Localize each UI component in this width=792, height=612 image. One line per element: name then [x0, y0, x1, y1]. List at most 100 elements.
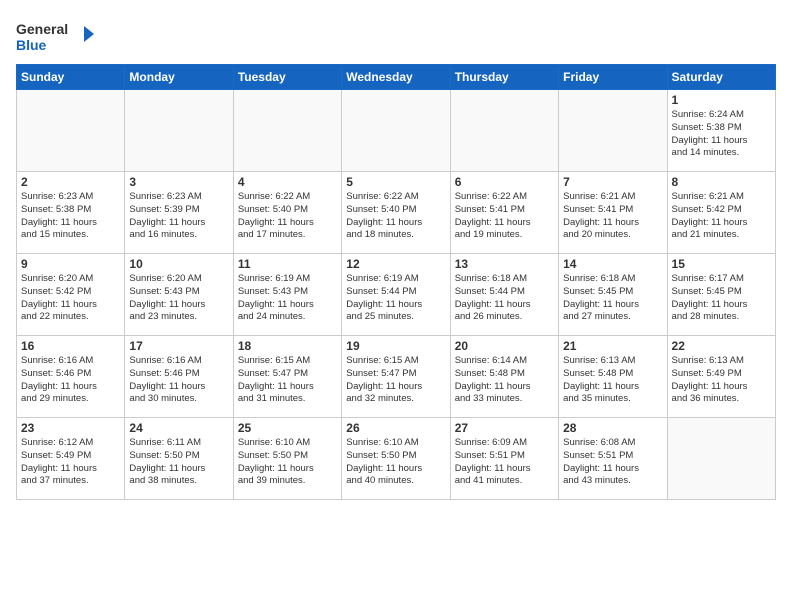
calendar-day-cell: 22 Sunrise: 6:13 AMSunset: 5:49 PMDayligh… — [667, 336, 775, 418]
day-number: 26 — [346, 421, 445, 435]
calendar-day-cell: 2 Sunrise: 6:23 AMSunset: 5:38 PMDaylight… — [17, 172, 125, 254]
calendar-day-cell: 23 Sunrise: 6:12 AMSunset: 5:49 PMDayligh… — [17, 418, 125, 500]
day-number: 7 — [563, 175, 662, 189]
calendar-day-cell: 19Sunrise: 6:15 AMSunset: 5:47 PMDayligh… — [342, 336, 450, 418]
day-number: 23 — [21, 421, 120, 435]
header: General Blue — [16, 16, 776, 56]
calendar-day-cell — [17, 90, 125, 172]
day-number: 1 — [672, 93, 771, 107]
weekday-header: Tuesday — [233, 65, 341, 90]
calendar-week-row: 23 Sunrise: 6:12 AMSunset: 5:49 PMDayligh… — [17, 418, 776, 500]
calendar-week-row: 2 Sunrise: 6:23 AMSunset: 5:38 PMDaylight… — [17, 172, 776, 254]
calendar-day-cell: 16 Sunrise: 6:16 AMSunset: 5:46 PMDayligh… — [17, 336, 125, 418]
day-info: Sunrise: 6:08 AMSunset: 5:51 PMDaylight:… — [563, 437, 662, 488]
day-info: Sunrise: 6:21 AMSunset: 5:41 PMDaylight:… — [563, 191, 662, 242]
calendar-day-cell: 15 Sunrise: 6:17 AMSunset: 5:45 PMDayligh… — [667, 254, 775, 336]
page-container: General Blue SundayMondayTuesdayWednesda… — [0, 0, 792, 510]
calendar-week-row: 9 Sunrise: 6:20 AMSunset: 5:42 PMDaylight… — [17, 254, 776, 336]
day-number: 10 — [129, 257, 228, 271]
calendar-day-cell — [559, 90, 667, 172]
day-info: Sunrise: 6:19 AMSunset: 5:44 PMDaylight:… — [346, 273, 445, 324]
calendar-day-cell: 28 Sunrise: 6:08 AMSunset: 5:51 PMDayligh… — [559, 418, 667, 500]
day-number: 13 — [455, 257, 554, 271]
day-number: 19 — [346, 339, 445, 353]
day-number: 27 — [455, 421, 554, 435]
calendar-day-cell: 11Sunrise: 6:19 AMSunset: 5:43 PMDayligh… — [233, 254, 341, 336]
day-info: Sunrise: 6:22 AMSunset: 5:40 PMDaylight:… — [238, 191, 337, 242]
calendar-day-cell — [125, 90, 233, 172]
day-info: Sunrise: 6:10 AMSunset: 5:50 PMDaylight:… — [346, 437, 445, 488]
calendar-day-cell — [667, 418, 775, 500]
weekday-header: Friday — [559, 65, 667, 90]
calendar-day-cell: 25 Sunrise: 6:10 AMSunset: 5:50 PMDayligh… — [233, 418, 341, 500]
weekday-header: Wednesday — [342, 65, 450, 90]
weekday-header: Monday — [125, 65, 233, 90]
day-info: Sunrise: 6:16 AMSunset: 5:46 PMDaylight:… — [129, 355, 228, 406]
day-info: Sunrise: 6:17 AMSunset: 5:45 PMDaylight:… — [672, 273, 771, 324]
calendar-day-cell: 26 Sunrise: 6:10 AMSunset: 5:50 PMDayligh… — [342, 418, 450, 500]
day-number: 16 — [21, 339, 120, 353]
calendar-day-cell: 18 Sunrise: 6:15 AMSunset: 5:47 PMDayligh… — [233, 336, 341, 418]
logo: General Blue — [16, 16, 96, 56]
day-number: 5 — [346, 175, 445, 189]
day-info: Sunrise: 6:10 AMSunset: 5:50 PMDaylight:… — [238, 437, 337, 488]
day-info: Sunrise: 6:18 AMSunset: 5:45 PMDaylight:… — [563, 273, 662, 324]
calendar-week-row: 1 Sunrise: 6:24 AMSunset: 5:38 PMDaylight… — [17, 90, 776, 172]
calendar-day-cell — [233, 90, 341, 172]
calendar-day-cell: 12Sunrise: 6:19 AMSunset: 5:44 PMDayligh… — [342, 254, 450, 336]
day-number: 8 — [672, 175, 771, 189]
day-number: 18 — [238, 339, 337, 353]
day-info: Sunrise: 6:13 AMSunset: 5:49 PMDaylight:… — [672, 355, 771, 406]
day-info: Sunrise: 6:09 AMSunset: 5:51 PMDaylight:… — [455, 437, 554, 488]
day-info: Sunrise: 6:18 AMSunset: 5:44 PMDaylight:… — [455, 273, 554, 324]
day-info: Sunrise: 6:24 AMSunset: 5:38 PMDaylight:… — [672, 109, 771, 160]
calendar-day-cell: 27 Sunrise: 6:09 AMSunset: 5:51 PMDayligh… — [450, 418, 558, 500]
day-info: Sunrise: 6:20 AMSunset: 5:43 PMDaylight:… — [129, 273, 228, 324]
weekday-header: Thursday — [450, 65, 558, 90]
calendar-week-row: 16 Sunrise: 6:16 AMSunset: 5:46 PMDayligh… — [17, 336, 776, 418]
calendar-day-cell: 10 Sunrise: 6:20 AMSunset: 5:43 PMDayligh… — [125, 254, 233, 336]
calendar-day-cell: 17Sunrise: 6:16 AMSunset: 5:46 PMDayligh… — [125, 336, 233, 418]
day-info: Sunrise: 6:20 AMSunset: 5:42 PMDaylight:… — [21, 273, 120, 324]
calendar-day-cell: 8 Sunrise: 6:21 AMSunset: 5:42 PMDaylight… — [667, 172, 775, 254]
day-info: Sunrise: 6:16 AMSunset: 5:46 PMDaylight:… — [21, 355, 120, 406]
day-info: Sunrise: 6:13 AMSunset: 5:48 PMDaylight:… — [563, 355, 662, 406]
day-info: Sunrise: 6:12 AMSunset: 5:49 PMDaylight:… — [21, 437, 120, 488]
svg-text:Blue: Blue — [16, 37, 47, 53]
day-info: Sunrise: 6:22 AMSunset: 5:40 PMDaylight:… — [346, 191, 445, 242]
day-number: 28 — [563, 421, 662, 435]
calendar-day-cell: 3 Sunrise: 6:23 AMSunset: 5:39 PMDaylight… — [125, 172, 233, 254]
day-number: 2 — [21, 175, 120, 189]
calendar-day-cell: 4 Sunrise: 6:22 AMSunset: 5:40 PMDaylight… — [233, 172, 341, 254]
day-number: 15 — [672, 257, 771, 271]
calendar-day-cell: 24 Sunrise: 6:11 AMSunset: 5:50 PMDayligh… — [125, 418, 233, 500]
calendar-day-cell: 7 Sunrise: 6:21 AMSunset: 5:41 PMDaylight… — [559, 172, 667, 254]
day-info: Sunrise: 6:21 AMSunset: 5:42 PMDaylight:… — [672, 191, 771, 242]
calendar-day-cell: 13 Sunrise: 6:18 AMSunset: 5:44 PMDayligh… — [450, 254, 558, 336]
calendar-day-cell: 20Sunrise: 6:14 AMSunset: 5:48 PMDayligh… — [450, 336, 558, 418]
weekday-header-row: SundayMondayTuesdayWednesdayThursdayFrid… — [17, 65, 776, 90]
calendar-day-cell: 1 Sunrise: 6:24 AMSunset: 5:38 PMDaylight… — [667, 90, 775, 172]
svg-text:General: General — [16, 21, 68, 37]
calendar-day-cell: 21 Sunrise: 6:13 AMSunset: 5:48 PMDayligh… — [559, 336, 667, 418]
day-info: Sunrise: 6:15 AMSunset: 5:47 PMDaylight:… — [238, 355, 337, 406]
calendar-day-cell — [450, 90, 558, 172]
day-info: Sunrise: 6:14 AMSunset: 5:48 PMDaylight:… — [455, 355, 554, 406]
calendar-day-cell: 14 Sunrise: 6:18 AMSunset: 5:45 PMDayligh… — [559, 254, 667, 336]
day-number: 21 — [563, 339, 662, 353]
day-number: 22 — [672, 339, 771, 353]
day-info: Sunrise: 6:23 AMSunset: 5:38 PMDaylight:… — [21, 191, 120, 242]
day-number: 3 — [129, 175, 228, 189]
day-number: 9 — [21, 257, 120, 271]
day-info: Sunrise: 6:11 AMSunset: 5:50 PMDaylight:… — [129, 437, 228, 488]
calendar-day-cell — [342, 90, 450, 172]
day-info: Sunrise: 6:19 AMSunset: 5:43 PMDaylight:… — [238, 273, 337, 324]
day-number: 24 — [129, 421, 228, 435]
calendar-table: SundayMondayTuesdayWednesdayThursdayFrid… — [16, 64, 776, 500]
calendar-day-cell: 5 Sunrise: 6:22 AMSunset: 5:40 PMDaylight… — [342, 172, 450, 254]
day-number: 25 — [238, 421, 337, 435]
day-number: 14 — [563, 257, 662, 271]
day-number: 4 — [238, 175, 337, 189]
calendar-day-cell: 6Sunrise: 6:22 AMSunset: 5:41 PMDaylight… — [450, 172, 558, 254]
day-info: Sunrise: 6:23 AMSunset: 5:39 PMDaylight:… — [129, 191, 228, 242]
